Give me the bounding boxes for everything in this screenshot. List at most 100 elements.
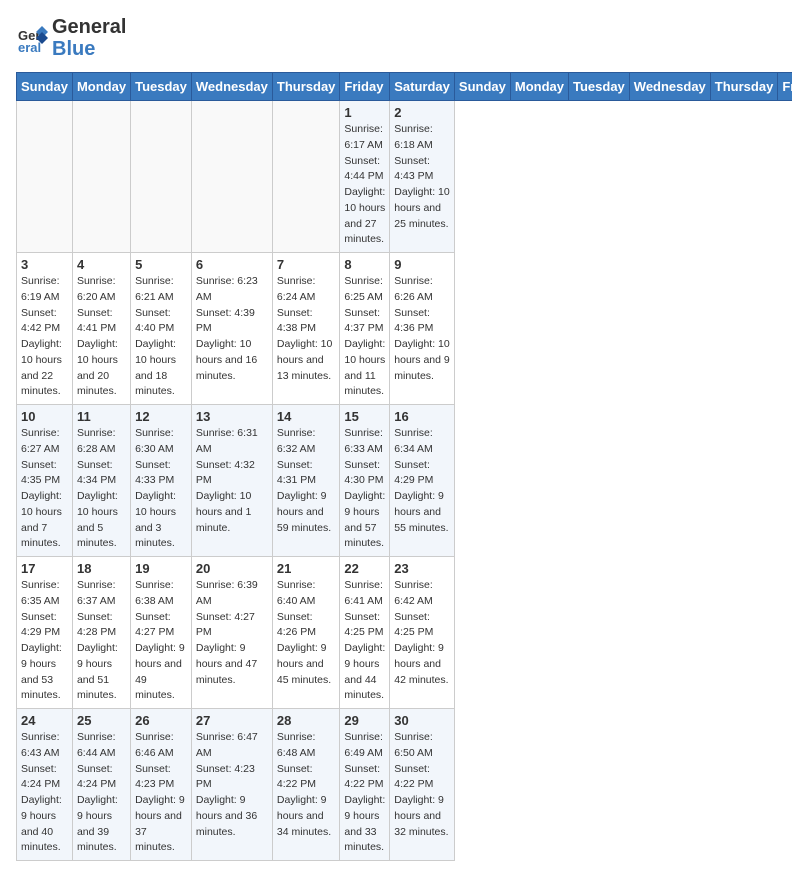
day-number: 21 xyxy=(277,561,336,576)
day-cell: 14Sunrise: 6:32 AMSunset: 4:31 PMDayligh… xyxy=(272,405,340,557)
day-cell: 5 Sunrise: 6:21 AMSunset: 4:40 PMDaylight… xyxy=(131,253,192,405)
day-info: Sunrise: 6:23 AMSunset: 4:39 PMDaylight:… xyxy=(196,274,268,384)
day-number: 3 xyxy=(21,257,68,272)
day-number: 26 xyxy=(135,713,187,728)
day-cell: 13 Sunrise: 6:31 AMSunset: 4:32 PMDayligh… xyxy=(191,405,272,557)
day-info: Sunrise: 6:38 AMSunset: 4:27 PMDaylight:… xyxy=(135,578,187,704)
day-info: Sunrise: 6:19 AMSunset: 4:42 PMDaylight:… xyxy=(21,274,68,400)
day-info: Sunrise: 6:27 AMSunset: 4:35 PMDaylight:… xyxy=(21,426,68,552)
day-cell: 4 Sunrise: 6:20 AMSunset: 4:41 PMDaylight… xyxy=(72,253,130,405)
day-cell: 19 Sunrise: 6:38 AMSunset: 4:27 PMDayligh… xyxy=(131,557,192,709)
logo-icon: Gen eral xyxy=(16,22,48,54)
day-info: Sunrise: 6:33 AMSunset: 4:30 PMDaylight:… xyxy=(344,426,385,552)
week-row-2: 3 Sunrise: 6:19 AMSunset: 4:42 PMDaylight… xyxy=(17,253,792,405)
day-cell: 15Sunrise: 6:33 AMSunset: 4:30 PMDayligh… xyxy=(340,405,390,557)
day-cell xyxy=(272,101,340,253)
day-cell: 3 Sunrise: 6:19 AMSunset: 4:42 PMDaylight… xyxy=(17,253,73,405)
day-info: Sunrise: 6:48 AMSunset: 4:22 PMDaylight:… xyxy=(277,730,336,840)
day-number: 30 xyxy=(394,713,450,728)
day-number: 11 xyxy=(77,409,126,424)
column-header-tuesday: Tuesday xyxy=(569,73,630,101)
day-cell: 25 Sunrise: 6:44 AMSunset: 4:24 PMDayligh… xyxy=(72,709,130,861)
day-cell: 12 Sunrise: 6:30 AMSunset: 4:33 PMDayligh… xyxy=(131,405,192,557)
day-number: 24 xyxy=(21,713,68,728)
calendar-header: SundayMondayTuesdayWednesdayThursdayFrid… xyxy=(17,73,792,101)
day-cell: 24 Sunrise: 6:43 AMSunset: 4:24 PMDayligh… xyxy=(17,709,73,861)
calendar-body: 1Sunrise: 6:17 AMSunset: 4:44 PMDaylight… xyxy=(17,101,792,861)
header-row: SundayMondayTuesdayWednesdayThursdayFrid… xyxy=(17,73,792,101)
day-number: 2 xyxy=(394,105,450,120)
day-info: Sunrise: 6:24 AMSunset: 4:38 PMDaylight:… xyxy=(277,274,336,384)
day-number: 19 xyxy=(135,561,187,576)
day-info: Sunrise: 6:37 AMSunset: 4:28 PMDaylight:… xyxy=(77,578,126,704)
day-info: Sunrise: 6:28 AMSunset: 4:34 PMDaylight:… xyxy=(77,426,126,552)
day-info: Sunrise: 6:17 AMSunset: 4:44 PMDaylight:… xyxy=(344,122,385,248)
day-number: 8 xyxy=(344,257,385,272)
day-cell: 18 Sunrise: 6:37 AMSunset: 4:28 PMDayligh… xyxy=(72,557,130,709)
day-cell: 28Sunrise: 6:48 AMSunset: 4:22 PMDayligh… xyxy=(272,709,340,861)
day-cell: 21 Sunrise: 6:40 AMSunset: 4:26 PMDayligh… xyxy=(272,557,340,709)
day-number: 12 xyxy=(135,409,187,424)
calendar-table: SundayMondayTuesdayWednesdayThursdayFrid… xyxy=(16,72,792,861)
day-cell xyxy=(131,101,192,253)
day-cell: 17Sunrise: 6:35 AMSunset: 4:29 PMDayligh… xyxy=(17,557,73,709)
day-cell: 22 Sunrise: 6:41 AMSunset: 4:25 PMDayligh… xyxy=(340,557,390,709)
day-info: Sunrise: 6:47 AMSunset: 4:23 PMDaylight:… xyxy=(196,730,268,840)
day-info: Sunrise: 6:42 AMSunset: 4:25 PMDaylight:… xyxy=(394,578,450,688)
day-number: 18 xyxy=(77,561,126,576)
day-cell xyxy=(17,101,73,253)
day-info: Sunrise: 6:30 AMSunset: 4:33 PMDaylight:… xyxy=(135,426,187,552)
day-number: 4 xyxy=(77,257,126,272)
day-cell: 8 Sunrise: 6:25 AMSunset: 4:37 PMDaylight… xyxy=(340,253,390,405)
day-cell: 11 Sunrise: 6:28 AMSunset: 4:34 PMDayligh… xyxy=(72,405,130,557)
day-cell xyxy=(191,101,272,253)
day-info: Sunrise: 6:50 AMSunset: 4:22 PMDaylight:… xyxy=(394,730,450,840)
day-info: Sunrise: 6:26 AMSunset: 4:36 PMDaylight:… xyxy=(394,274,450,384)
column-header-monday: Monday xyxy=(510,73,568,101)
day-cell xyxy=(72,101,130,253)
svg-text:eral: eral xyxy=(18,40,41,54)
day-cell: 26 Sunrise: 6:46 AMSunset: 4:23 PMDayligh… xyxy=(131,709,192,861)
day-number: 25 xyxy=(77,713,126,728)
column-header-sunday: Sunday xyxy=(454,73,510,101)
column-header-sunday: Sunday xyxy=(17,73,73,101)
day-info: Sunrise: 6:21 AMSunset: 4:40 PMDaylight:… xyxy=(135,274,187,400)
day-number: 23 xyxy=(394,561,450,576)
day-cell: 27 Sunrise: 6:47 AMSunset: 4:23 PMDayligh… xyxy=(191,709,272,861)
day-number: 14 xyxy=(277,409,336,424)
column-header-monday: Monday xyxy=(72,73,130,101)
day-cell: 29Sunrise: 6:49 AMSunset: 4:22 PMDayligh… xyxy=(340,709,390,861)
day-info: Sunrise: 6:31 AMSunset: 4:32 PMDaylight:… xyxy=(196,426,268,536)
day-cell: 10 Sunrise: 6:27 AMSunset: 4:35 PMDayligh… xyxy=(17,405,73,557)
day-cell: 30 Sunrise: 6:50 AMSunset: 4:22 PMDayligh… xyxy=(390,709,455,861)
day-info: Sunrise: 6:20 AMSunset: 4:41 PMDaylight:… xyxy=(77,274,126,400)
day-number: 5 xyxy=(135,257,187,272)
day-number: 9 xyxy=(394,257,450,272)
day-info: Sunrise: 6:43 AMSunset: 4:24 PMDaylight:… xyxy=(21,730,68,856)
day-info: Sunrise: 6:41 AMSunset: 4:25 PMDaylight:… xyxy=(344,578,385,704)
day-info: Sunrise: 6:46 AMSunset: 4:23 PMDaylight:… xyxy=(135,730,187,856)
day-info: Sunrise: 6:44 AMSunset: 4:24 PMDaylight:… xyxy=(77,730,126,856)
column-header-friday: Friday xyxy=(778,73,792,101)
column-header-saturday: Saturday xyxy=(390,73,455,101)
day-info: Sunrise: 6:40 AMSunset: 4:26 PMDaylight:… xyxy=(277,578,336,688)
day-cell: 9 Sunrise: 6:26 AMSunset: 4:36 PMDaylight… xyxy=(390,253,455,405)
day-info: Sunrise: 6:25 AMSunset: 4:37 PMDaylight:… xyxy=(344,274,385,400)
day-number: 13 xyxy=(196,409,268,424)
day-number: 27 xyxy=(196,713,268,728)
column-header-wednesday: Wednesday xyxy=(629,73,710,101)
day-cell: 2Sunrise: 6:18 AMSunset: 4:43 PMDaylight… xyxy=(390,101,455,253)
day-cell: 23 Sunrise: 6:42 AMSunset: 4:25 PMDayligh… xyxy=(390,557,455,709)
page-header: Gen eral General Blue xyxy=(16,16,776,60)
day-number: 20 xyxy=(196,561,268,576)
day-number: 29 xyxy=(344,713,385,728)
logo: Gen eral General Blue xyxy=(16,16,126,60)
column-header-tuesday: Tuesday xyxy=(131,73,192,101)
day-number: 22 xyxy=(344,561,385,576)
column-header-friday: Friday xyxy=(340,73,390,101)
day-number: 10 xyxy=(21,409,68,424)
column-header-wednesday: Wednesday xyxy=(191,73,272,101)
day-cell: 7Sunrise: 6:24 AMSunset: 4:38 PMDaylight… xyxy=(272,253,340,405)
day-cell: 20Sunrise: 6:39 AMSunset: 4:27 PMDayligh… xyxy=(191,557,272,709)
day-number: 16 xyxy=(394,409,450,424)
